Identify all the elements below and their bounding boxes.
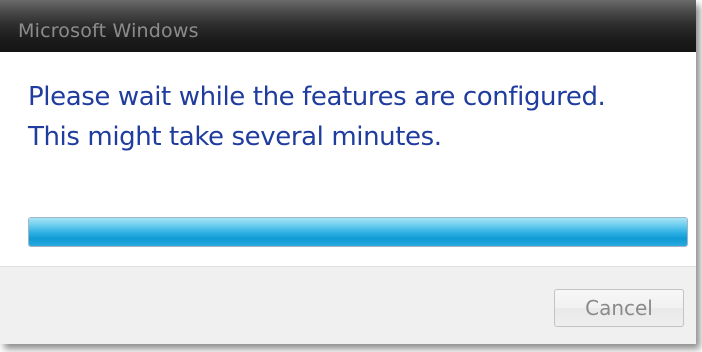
progress-bar [28,217,688,247]
screen: Microsoft Windows Please wait while the … [0,0,702,352]
progress-bar-fill [29,218,687,246]
window-title: Microsoft Windows [18,20,199,42]
dialog-footer: Cancel [0,266,696,344]
configuration-dialog: Microsoft Windows Please wait while the … [0,0,696,344]
cancel-button[interactable]: Cancel [554,289,684,327]
title-bar[interactable]: Microsoft Windows [0,0,696,52]
dialog-content: Please wait while the features are confi… [0,52,696,266]
status-message-line-1: Please wait while the features are confi… [28,82,606,112]
status-message-line-2: This might take several minutes. [28,122,442,152]
